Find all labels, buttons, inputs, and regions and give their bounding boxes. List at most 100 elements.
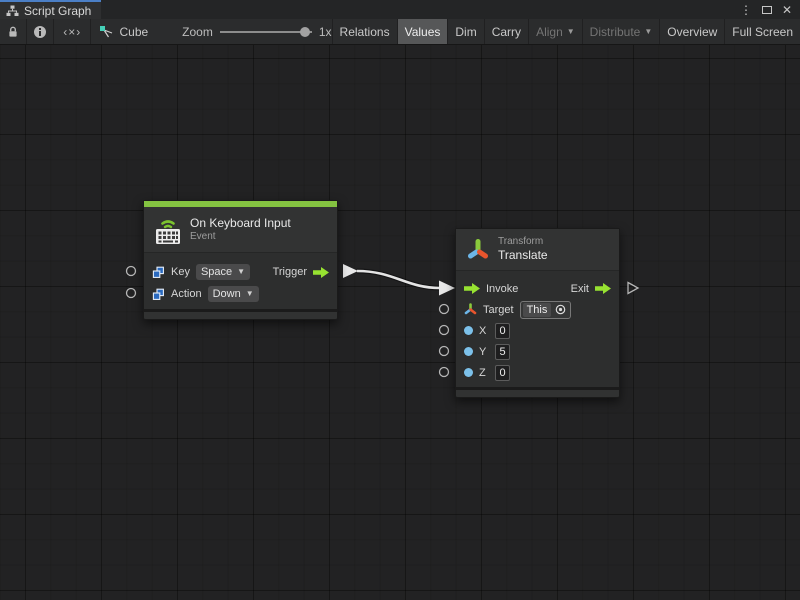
code-icon: ‹×›	[63, 25, 81, 39]
z-label: Z	[479, 367, 489, 379]
invoke-row: Invoke Exit	[456, 278, 619, 299]
node-subtitle: Event	[190, 231, 291, 243]
transform-icon	[466, 238, 490, 262]
toolbar-button-relations[interactable]: Relations	[332, 19, 398, 44]
button-label: Distribute	[590, 25, 641, 39]
zoom-slider-handle[interactable]	[300, 27, 310, 37]
button-label: Align	[536, 25, 563, 39]
close-icon[interactable]: ✕	[782, 4, 792, 16]
z-row: Z 0	[456, 362, 619, 383]
wire-layer	[0, 45, 800, 600]
y-input-port	[440, 347, 449, 356]
enum-port-icon	[152, 288, 165, 301]
window-menu-icon[interactable]: ⋮	[740, 4, 752, 16]
target-input-port	[440, 305, 449, 314]
zoom-slider[interactable]	[220, 31, 312, 33]
toolbar-button-values[interactable]: Values	[398, 19, 449, 44]
node-header[interactable]: Transform Translate	[456, 229, 619, 271]
wire-arrowhead	[439, 281, 455, 296]
node-on-keyboard-input[interactable]: On Keyboard Input Event Key Space ▼	[143, 200, 338, 320]
key-dropdown[interactable]: Space ▼	[196, 264, 250, 280]
dropdown-arrow-icon: ▼	[644, 27, 652, 36]
button-label: Carry	[492, 25, 521, 39]
z-value-input[interactable]: 0	[495, 365, 510, 381]
action-label: Action	[171, 288, 202, 300]
info-icon	[33, 25, 47, 39]
z-input-port	[440, 368, 449, 377]
node-title: On Keyboard Input	[190, 216, 291, 231]
exit-flow-icon	[595, 283, 611, 294]
lock-icon	[6, 25, 20, 39]
script-graph-window: Script Graph ⋮ ✕ ‹×›	[0, 0, 800, 600]
maximize-icon[interactable]	[762, 6, 772, 14]
exit-output-port	[628, 283, 638, 294]
invoke-flow-icon	[464, 283, 480, 294]
target-label: Target	[483, 304, 514, 316]
dropdown-arrow-icon: ▼	[237, 265, 245, 279]
float-port-icon	[464, 326, 473, 335]
zoom-value: 1x	[319, 25, 332, 39]
dropdown-arrow-icon: ▼	[567, 27, 575, 36]
toolbar-button-carry[interactable]: Carry	[485, 19, 529, 44]
inspect-button[interactable]	[27, 19, 54, 44]
invoke-label: Invoke	[486, 283, 518, 295]
node-titles: On Keyboard Input Event	[190, 216, 291, 243]
trigger-label: Trigger	[273, 266, 307, 278]
key-value: Space	[201, 265, 232, 279]
x-value-input[interactable]: 0	[495, 323, 510, 339]
keyboard-event-icon	[154, 214, 182, 246]
graph-toolbar: ‹×› Cube Zoom 1x Relations Values Dim	[0, 19, 800, 45]
window-controls: ⋮ ✕	[740, 0, 800, 19]
toolbar-button-distribute[interactable]: Distribute ▼	[583, 19, 661, 44]
node-header[interactable]: On Keyboard Input Event	[144, 207, 337, 253]
toolbar-button-align[interactable]: Align ▼	[529, 19, 583, 44]
trigger-flow-icon	[313, 267, 329, 278]
tab-script-graph[interactable]: Script Graph	[0, 0, 101, 19]
y-label: Y	[479, 346, 489, 358]
toolbar-button-dim[interactable]: Dim	[448, 19, 484, 44]
toolbar-button-overview[interactable]: Overview	[660, 19, 725, 44]
button-label: Dim	[455, 25, 476, 39]
title-bar: Script Graph ⋮ ✕	[0, 0, 800, 19]
node-footer	[144, 309, 337, 319]
float-port-icon	[464, 347, 473, 356]
target-value: This	[523, 303, 552, 317]
graph-context[interactable]: Cube	[91, 19, 156, 44]
action-input-port	[127, 289, 136, 298]
node-translate[interactable]: Transform Translate Invoke Exit	[455, 228, 620, 398]
key-row: Key Space ▼ Trigger	[144, 261, 337, 283]
action-dropdown[interactable]: Down ▼	[208, 286, 259, 302]
node-title: Translate	[498, 248, 548, 263]
code-preview-button[interactable]: ‹×›	[54, 19, 91, 44]
target-row: Target This	[456, 299, 619, 320]
x-input-port	[440, 326, 449, 335]
toolbar-toggles: Relations Values Dim Carry Align ▼ Distr…	[332, 19, 800, 44]
node-footer	[456, 387, 619, 397]
trigger-output-port	[343, 264, 358, 278]
transform-port-icon	[464, 303, 477, 316]
enum-port-icon	[152, 266, 165, 279]
action-row: Action Down ▼	[144, 283, 337, 305]
y-value-input[interactable]: 5	[495, 344, 510, 360]
tab-title: Script Graph	[24, 4, 91, 18]
zoom-label: Zoom	[182, 25, 213, 39]
x-row: X 0	[456, 320, 619, 341]
zoom-control: Zoom 1x	[182, 19, 331, 44]
target-self-chip[interactable]: This	[520, 301, 572, 319]
float-port-icon	[464, 368, 473, 377]
graph-canvas[interactable]: On Keyboard Input Event Key Space ▼	[0, 45, 800, 600]
exit-label: Exit	[571, 283, 589, 295]
graph-context-label: Cube	[119, 25, 148, 39]
key-label: Key	[171, 266, 190, 278]
lock-button[interactable]	[0, 19, 27, 44]
y-row: Y 5	[456, 341, 619, 362]
action-value: Down	[213, 287, 241, 301]
trigger-invoke-wire	[357, 271, 440, 288]
graph-pointer-icon	[99, 25, 114, 38]
node-group: Transform	[498, 236, 548, 248]
dropdown-arrow-icon: ▼	[246, 287, 254, 301]
button-label: Overview	[667, 25, 717, 39]
button-label: Full Screen	[732, 25, 793, 39]
graph-hierarchy-icon	[6, 5, 19, 17]
toolbar-button-fullscreen[interactable]: Full Screen	[725, 19, 800, 44]
